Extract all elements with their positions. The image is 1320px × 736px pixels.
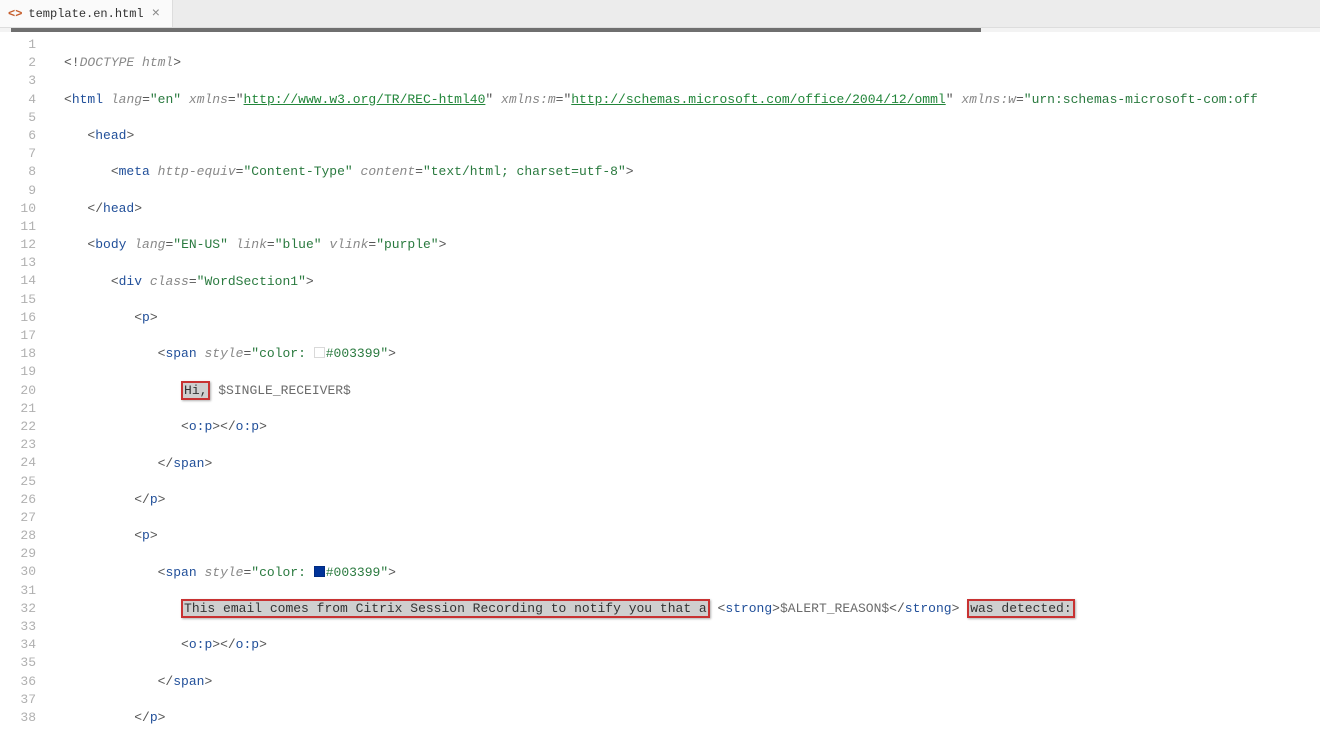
line-number: 25 [4,473,36,491]
line-number: 6 [4,127,36,145]
highlight-email-comes-from: This email comes from Citrix Session Rec… [181,599,710,618]
code-line: <head> [64,127,1320,145]
line-number: 37 [4,691,36,709]
line-number: 24 [4,454,36,472]
line-number: 29 [4,545,36,563]
line-gutter: 1 2 3 4 5 6 7 8 9 10 11 12 13 14 15 16 1… [0,32,54,736]
code-line: </p> [64,709,1320,727]
line-number: 35 [4,654,36,672]
code-line: Hi, $SINGLE_RECEIVER$ [64,382,1320,400]
line-number: 4 [4,91,36,109]
tab-filename: template.en.html [28,7,143,21]
line-number: 9 [4,182,36,200]
line-number: 31 [4,582,36,600]
code-line: This email comes from Citrix Session Rec… [64,600,1320,618]
code-line: </span> [64,455,1320,473]
code-line: </span> [64,673,1320,691]
code-area[interactable]: <!DOCTYPE html> <html lang="en" xmlns="h… [54,32,1320,736]
line-number: 26 [4,491,36,509]
line-number: 3 [4,72,36,90]
highlight-hi: Hi, [181,381,210,400]
color-swatch-icon [314,347,325,358]
line-number: 38 [4,709,36,727]
line-number: 1 [4,36,36,54]
code-line: </p> [64,491,1320,509]
line-number: 16 [4,309,36,327]
code-line: <div class="WordSection1"> [64,273,1320,291]
xmlns-url: http://www.w3.org/TR/REC-html40 [244,92,486,107]
highlight-was-detected: was detected: [967,599,1074,618]
line-number: 36 [4,673,36,691]
line-number: 22 [4,418,36,436]
line-number: 8 [4,163,36,181]
code-line: <html lang="en" xmlns="http://www.w3.org… [64,91,1320,109]
code-line: <meta http-equiv="Content-Type" content=… [64,163,1320,181]
line-number: 18 [4,345,36,363]
code-line: <!DOCTYPE html> [64,54,1320,72]
code-line: </head> [64,200,1320,218]
line-number: 10 [4,200,36,218]
code-line: <span style="color: #003399"> [64,345,1320,363]
line-number: 17 [4,327,36,345]
code-line: <o:p></o:p> [64,636,1320,654]
line-number: 7 [4,145,36,163]
xmlns-m-url: http://schemas.microsoft.com/office/2004… [571,92,945,107]
code-line: <o:p></o:p> [64,418,1320,436]
line-number: 23 [4,436,36,454]
code-line: <p> [64,309,1320,327]
code-line: <body lang="EN-US" link="blue" vlink="pu… [64,236,1320,254]
tab-template-en-html[interactable]: <> template.en.html × [0,0,173,27]
line-number: 2 [4,54,36,72]
line-number: 28 [4,527,36,545]
line-number: 14 [4,272,36,290]
line-number: 15 [4,291,36,309]
line-number: 20 [4,382,36,400]
line-number: 5 [4,109,36,127]
line-number: 32 [4,600,36,618]
line-number: 13 [4,254,36,272]
html-file-icon: <> [8,7,22,21]
color-swatch-icon [314,566,325,577]
line-number: 27 [4,509,36,527]
line-number: 30 [4,563,36,581]
tab-bar: <> template.en.html × [0,0,1320,28]
line-number: 19 [4,363,36,381]
line-number: 34 [4,636,36,654]
close-icon[interactable]: × [150,6,162,22]
code-line: <span style="color: #003399"> [64,564,1320,582]
code-editor[interactable]: 1 2 3 4 5 6 7 8 9 10 11 12 13 14 15 16 1… [0,32,1320,736]
line-number: 11 [4,218,36,236]
line-number: 12 [4,236,36,254]
code-line: <p> [64,527,1320,545]
line-number: 21 [4,400,36,418]
line-number: 33 [4,618,36,636]
